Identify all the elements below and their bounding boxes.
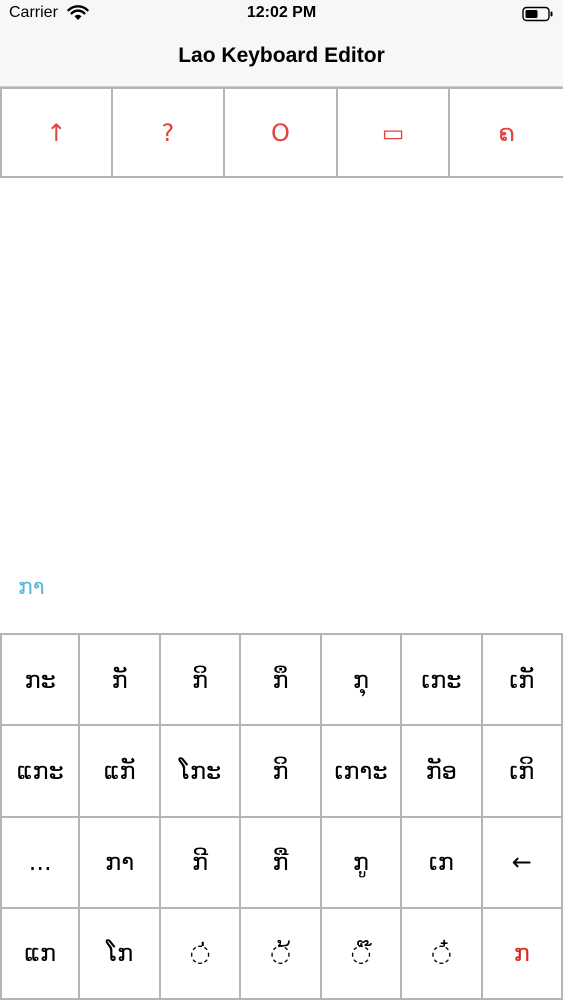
key[interactable]: ເກະ: [402, 635, 483, 727]
key[interactable]: ກາ: [80, 817, 161, 909]
backspace-key[interactable]: ←: [482, 817, 563, 909]
battery-icon: [522, 6, 553, 22]
key[interactable]: ແກະ: [0, 726, 81, 818]
toolbar: ↑ ? O ▭ ຄ: [0, 87, 563, 178]
text-editor[interactable]: [0, 178, 563, 633]
circle-o-icon: O: [271, 118, 290, 147]
status-time: 12:02 PM: [246, 4, 317, 21]
key[interactable]: ແກັ: [80, 726, 161, 818]
consonant-key[interactable]: ກ: [482, 908, 563, 1000]
status-bar: Carrier 12:02 PM: [0, 0, 563, 30]
key[interactable]: ເກັ: [482, 635, 563, 727]
key[interactable]: ກີ: [160, 817, 242, 909]
key[interactable]: ກິ: [160, 635, 242, 727]
key[interactable]: ກື: [241, 817, 322, 909]
key[interactable]: ໂກະ: [160, 726, 242, 818]
rounded-rect-icon: ▭: [381, 118, 405, 147]
key[interactable]: ກະ: [0, 635, 81, 727]
circle-button[interactable]: O: [225, 89, 338, 176]
key[interactable]: ແກ: [0, 908, 81, 1000]
key[interactable]: ເກ: [402, 817, 483, 909]
page-title: Lao Keyboard Editor: [178, 44, 385, 67]
key[interactable]: ກັອ: [402, 726, 483, 818]
suggestion-text[interactable]: ກາ: [18, 575, 45, 600]
key[interactable]: ກຶ: [241, 635, 322, 727]
key[interactable]: ເກາະ: [321, 726, 403, 818]
lao-char-icon: ຄ: [498, 118, 515, 147]
tone-mark-key[interactable]: ◌່: [160, 908, 242, 1000]
key[interactable]: ເກິ: [482, 726, 563, 818]
help-button[interactable]: ?: [113, 89, 226, 176]
rect-button[interactable]: ▭: [338, 89, 451, 176]
tone-mark-key[interactable]: ◌້: [241, 908, 322, 1000]
key[interactable]: ກຸ: [321, 635, 403, 727]
tone-mark-key[interactable]: ◌໋: [402, 908, 483, 1000]
navigation-bar: Lao Keyboard Editor: [0, 30, 563, 87]
lao-char-button[interactable]: ຄ: [450, 89, 563, 176]
key[interactable]: ໂກ: [80, 908, 161, 1000]
arrow-up-button[interactable]: ↑: [0, 89, 113, 176]
more-key[interactable]: ...: [0, 817, 81, 909]
question-icon: ?: [161, 118, 175, 147]
key[interactable]: ກູ: [321, 817, 403, 909]
arrow-up-icon: ↑: [46, 118, 67, 147]
key[interactable]: ກັ: [80, 635, 161, 727]
lao-keyboard: ກະ ກັ ກິ ກຶ ກຸ ເກະ ເກັ ແກະ ແກັ ໂກະ ກິ ເກ…: [0, 633, 563, 1000]
key[interactable]: ກິ: [241, 726, 322, 818]
tone-mark-key[interactable]: ◌໊: [321, 908, 403, 1000]
